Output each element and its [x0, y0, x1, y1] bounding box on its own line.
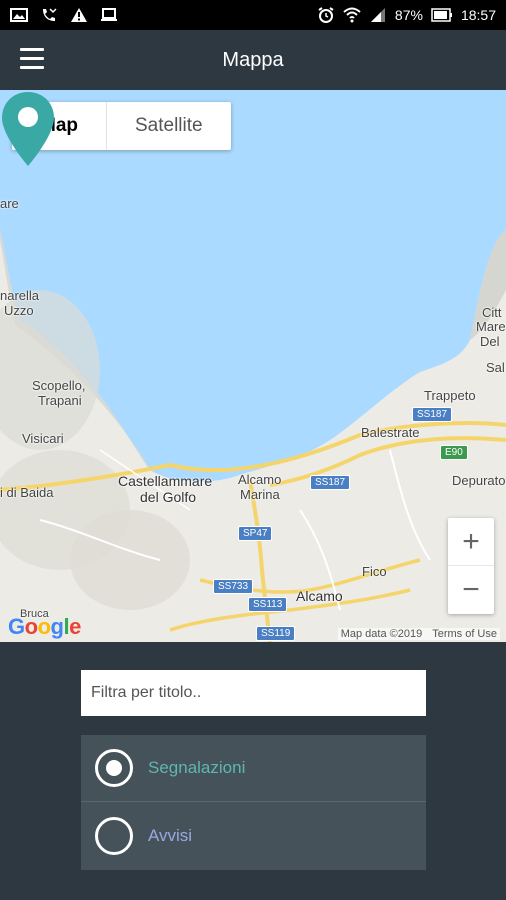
road-shield: SS113	[248, 597, 288, 612]
radio-avvisi[interactable]: Avvisi	[81, 802, 426, 869]
laptop-icon	[101, 8, 117, 21]
radio-unselected-icon	[95, 816, 133, 855]
map-label: Trapani	[38, 393, 82, 408]
map-label: Trappeto	[424, 388, 476, 403]
radio-label: Avvisi	[148, 825, 193, 845]
app-bar: Mappa	[0, 30, 506, 90]
map-label: i di Baida	[0, 485, 54, 500]
google-logo: Google	[8, 614, 81, 639]
map-label: del Golfo	[140, 489, 197, 505]
road-shield: SS119	[256, 626, 296, 641]
map-label: Del	[480, 334, 500, 349]
map-label: Uzzo	[4, 303, 34, 318]
road-shield: SP47	[238, 526, 273, 541]
image-notification-icon	[10, 8, 28, 22]
filter-panel: Segnalazioni Avvisi	[0, 642, 506, 900]
zoom-in-button[interactable]: +	[448, 518, 494, 566]
map-label: are	[0, 196, 19, 211]
signal-icon	[370, 8, 385, 22]
map-label: Marina	[240, 487, 280, 502]
road-shield: SS187	[310, 475, 351, 490]
map-label: Balestrate	[361, 425, 420, 440]
missed-call-icon	[43, 8, 57, 21]
map-type-satellite-button[interactable]: Satellite	[107, 102, 231, 150]
map-label: Citt	[482, 305, 502, 320]
zoom-out-button[interactable]: −	[448, 566, 494, 614]
radio-label: Segnalazioni	[148, 758, 246, 777]
menu-icon[interactable]	[20, 48, 44, 70]
map-tiles	[0, 90, 506, 642]
warning-icon	[71, 8, 87, 22]
battery-percent: 87%	[394, 7, 423, 23]
radio-selected-icon	[95, 749, 133, 787]
clock: 18:57	[460, 7, 496, 23]
radio-segnalazioni[interactable]: Segnalazioni	[81, 735, 426, 802]
map-label: Fico	[362, 564, 387, 579]
page-title: Mappa	[222, 48, 284, 71]
map-label: Scopello,	[32, 378, 86, 393]
map-view[interactable]: Map Satellite are narella Uzzo Scopello,…	[0, 90, 506, 642]
road-shield: SS187	[412, 407, 453, 422]
map-attribution: Map data ©2019 Terms of Use	[337, 628, 500, 640]
map-label: Alcamo	[296, 588, 343, 604]
battery-icon	[431, 8, 452, 22]
map-label: Visicari	[22, 431, 64, 446]
map-label: Castellammare	[118, 473, 213, 489]
map-label: Depurato	[452, 473, 506, 488]
map-label: Sal	[486, 360, 505, 375]
alarm-icon	[318, 7, 334, 23]
map-data-text: Map data ©2019	[340, 628, 423, 640]
wifi-icon	[343, 7, 361, 23]
category-radio-group: Segnalazioni Avvisi	[81, 735, 426, 870]
zoom-control: + −	[448, 518, 494, 614]
road-shield: E90	[440, 445, 468, 460]
filter-title-input[interactable]	[81, 670, 426, 716]
terms-link[interactable]: Terms of Use	[432, 628, 497, 640]
road-shield: SS733	[213, 579, 254, 594]
status-bar: 87% 18:57	[0, 0, 506, 30]
map-label: narella	[0, 288, 40, 303]
map-marker-icon[interactable]	[0, 90, 56, 168]
map-label: Alcamo	[238, 472, 282, 487]
map-label: Mare	[476, 319, 506, 334]
